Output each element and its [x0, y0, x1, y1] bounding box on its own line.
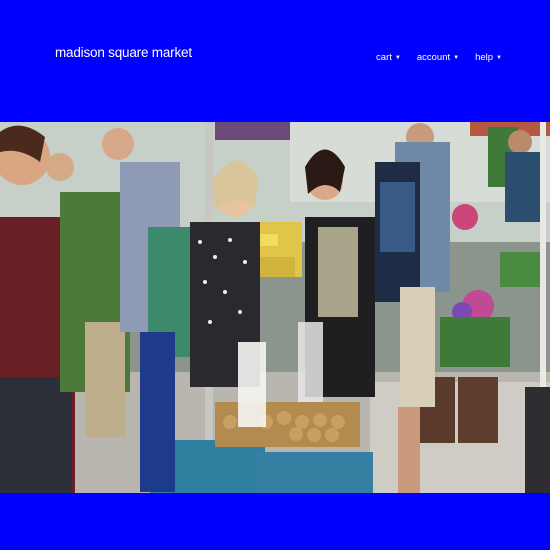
- nav-help-label: help: [475, 52, 494, 63]
- chevron-down-icon: ▼: [453, 54, 460, 61]
- nav-cart-label: cart: [376, 52, 392, 63]
- hero-image: [0, 122, 550, 493]
- main-nav: cart ▼ account ▼ help ▼: [376, 52, 502, 63]
- nav-cart-dropdown[interactable]: cart ▼: [376, 52, 401, 63]
- nav-help-dropdown[interactable]: help ▼: [475, 52, 502, 63]
- brand-logo-link[interactable]: madison square market: [55, 45, 192, 60]
- site-header: madison square market cart ▼ account ▼ h…: [0, 0, 550, 122]
- page: madison square market cart ▼ account ▼ h…: [0, 0, 550, 550]
- nav-account-label: account: [416, 52, 451, 63]
- chevron-down-icon: ▼: [394, 54, 401, 61]
- chevron-down-icon: ▼: [496, 54, 502, 61]
- market-photo: [0, 122, 550, 493]
- site-footer: [0, 493, 550, 550]
- nav-account-dropdown[interactable]: account ▼: [417, 52, 459, 63]
